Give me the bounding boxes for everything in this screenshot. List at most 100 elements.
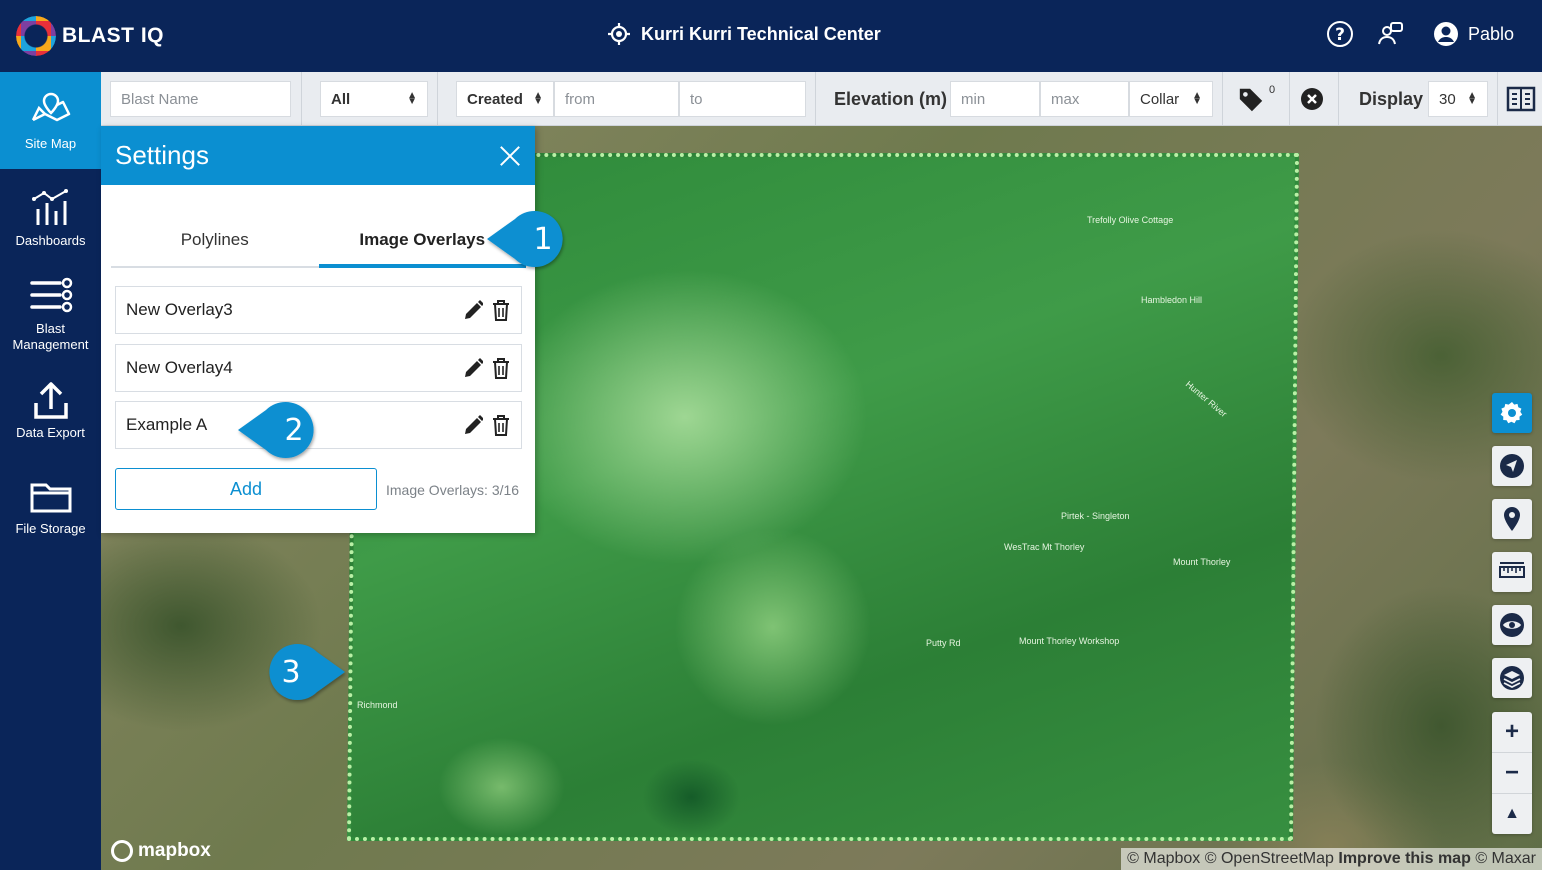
settings-header: Settings: [101, 126, 535, 185]
date-from-input[interactable]: from: [554, 81, 679, 117]
clear-filters-button[interactable]: [1300, 87, 1324, 111]
trash-icon[interactable]: [491, 357, 511, 379]
elevation-max-input[interactable]: max: [1040, 81, 1129, 117]
map-label: Pirtek - Singleton: [1061, 511, 1130, 521]
callout-marker: 1: [485, 211, 571, 267]
settings-title: Settings: [115, 140, 209, 170]
divider: [301, 72, 302, 126]
tag-filter-button[interactable]: 0: [1237, 84, 1277, 114]
elevation-ref-select[interactable]: Collar ▲ ▼: [1129, 81, 1213, 117]
mapbox-logo[interactable]: mapbox: [111, 840, 211, 862]
folder-icon: [30, 483, 71, 513]
edit-pencil-icon[interactable]: [463, 299, 483, 321]
overlay-name: Example A: [126, 415, 208, 434]
location-pin-button[interactable]: [1492, 499, 1532, 539]
overlay-row[interactable]: New Overlay4: [115, 344, 522, 392]
site-title: Kurri Kurri Technical Center: [641, 23, 881, 44]
map-label: Mount Thorley: [1173, 557, 1231, 567]
map-label: Putty Rd: [926, 638, 961, 648]
map-label: Mount Thorley Workshop: [1019, 636, 1120, 646]
layers-button[interactable]: [1492, 658, 1532, 698]
app-logo[interactable]: BLAST IQ: [16, 14, 164, 58]
layers-icon: [1500, 666, 1524, 690]
map-attribution: © Mapbox © OpenStreetMap Improve this ma…: [1121, 848, 1542, 870]
type-select-value: All: [331, 90, 351, 108]
zoom-controls: + − ▲: [1492, 712, 1532, 834]
close-icon[interactable]: [499, 145, 521, 167]
help-icon[interactable]: ?: [1326, 20, 1354, 48]
date-to-input[interactable]: to: [679, 81, 806, 117]
divider: [1338, 72, 1339, 126]
display-label: Display: [1359, 89, 1424, 109]
user-menu[interactable]: Pablo: [1432, 20, 1514, 48]
sidebar-item-label: Data Export: [16, 425, 85, 440]
callout-marker: 2: [236, 402, 322, 458]
filter-bar: Blast Name All ▲ ▼ Created ▲ ▼ from to Ele…: [101, 72, 1542, 126]
trash-icon[interactable]: [491, 414, 511, 436]
zoom-out-button[interactable]: −: [1492, 753, 1532, 794]
edit-pencil-icon[interactable]: [463, 414, 483, 436]
attribution-osm-link[interactable]: © OpenStreetMap: [1205, 850, 1334, 867]
logo-icon: [16, 16, 56, 56]
site-selector[interactable]: Kurri Kurri Technical Center: [607, 22, 881, 46]
visibility-button[interactable]: [1492, 605, 1532, 645]
attribution-mapbox-link[interactable]: © Mapbox: [1127, 850, 1200, 867]
sort-arrows-icon: ▲ ▼: [407, 90, 417, 107]
sidebar-item-blast-management[interactable]: Blast Management: [0, 275, 101, 353]
map-label: Hambledon Hill: [1141, 295, 1203, 305]
user-avatar-icon: [1432, 20, 1460, 48]
elevation-min-input[interactable]: min: [950, 81, 1040, 117]
sidebar-item-dashboards[interactable]: Dashboards: [0, 187, 101, 249]
blast-name-input[interactable]: Blast Name: [110, 81, 291, 117]
tag-icon: [1239, 88, 1263, 112]
callout-number: 1: [533, 221, 553, 257]
sidebar-item-label: File Storage: [15, 521, 86, 536]
mapbox-icon: [111, 840, 133, 862]
navigate-icon: [1500, 454, 1524, 478]
display-count-select[interactable]: 30 ▲ ▼: [1428, 81, 1488, 117]
elevation-label: Elevation (m): [834, 89, 948, 109]
improve-map-link[interactable]: Improve this map: [1338, 850, 1470, 867]
add-overlay-button[interactable]: Add: [115, 468, 377, 510]
date-field-select[interactable]: Created ▲ ▼: [456, 81, 554, 117]
settings-panel: Settings Polylines Image Overlays New Ov…: [101, 126, 535, 533]
divider: [1289, 72, 1290, 126]
map-label: Richmond: [357, 700, 398, 710]
sort-arrows-icon: ▲ ▼: [1467, 90, 1477, 107]
trash-icon[interactable]: [491, 299, 511, 321]
map-icon: [31, 92, 70, 122]
callout-marker: 3: [259, 644, 347, 700]
navigate-button[interactable]: [1492, 446, 1532, 486]
sidebar-item-data-export[interactable]: Data Export: [0, 379, 101, 441]
sidebar-item-label: Blast Management: [12, 321, 89, 352]
overlay-count: Image Overlays: 3/16: [386, 482, 520, 498]
svg-text:?: ?: [1335, 25, 1345, 45]
map-label: WesTrac Mt Thorley: [1004, 542, 1085, 552]
compass-button[interactable]: ▲: [1492, 794, 1532, 834]
date-field-value: Created: [467, 90, 523, 108]
tab-polylines[interactable]: Polylines: [111, 226, 319, 266]
sidebar-item-file-storage[interactable]: File Storage: [0, 475, 101, 537]
eye-icon: [1500, 613, 1524, 637]
callout-number: 2: [284, 412, 304, 448]
feedback-icon[interactable]: [1376, 20, 1404, 48]
ruler-icon: [1499, 562, 1525, 578]
sidebar-item-label: Dashboards: [15, 233, 86, 248]
legend-button[interactable]: [1506, 85, 1536, 113]
upload-icon: [33, 382, 68, 419]
blast-management-icon: [29, 277, 72, 313]
zoom-in-button[interactable]: +: [1492, 712, 1532, 753]
overlay-row[interactable]: New Overlay3: [115, 286, 522, 334]
sidebar-item-site-map[interactable]: Site Map: [0, 72, 101, 169]
map-settings-button[interactable]: [1492, 393, 1532, 433]
edit-pencil-icon[interactable]: [463, 357, 483, 379]
logo-text: BLAST IQ: [62, 24, 164, 47]
settings-tabs: Polylines Image Overlays: [111, 226, 526, 268]
callout-number: 3: [281, 654, 301, 690]
type-select[interactable]: All ▲ ▼: [320, 81, 428, 117]
tag-count: 0: [1269, 84, 1276, 96]
attribution-maxar-link[interactable]: © Maxar: [1475, 850, 1536, 867]
gear-icon: [1500, 402, 1523, 424]
location-pin-icon: [1504, 507, 1520, 531]
measure-button[interactable]: [1492, 552, 1532, 592]
